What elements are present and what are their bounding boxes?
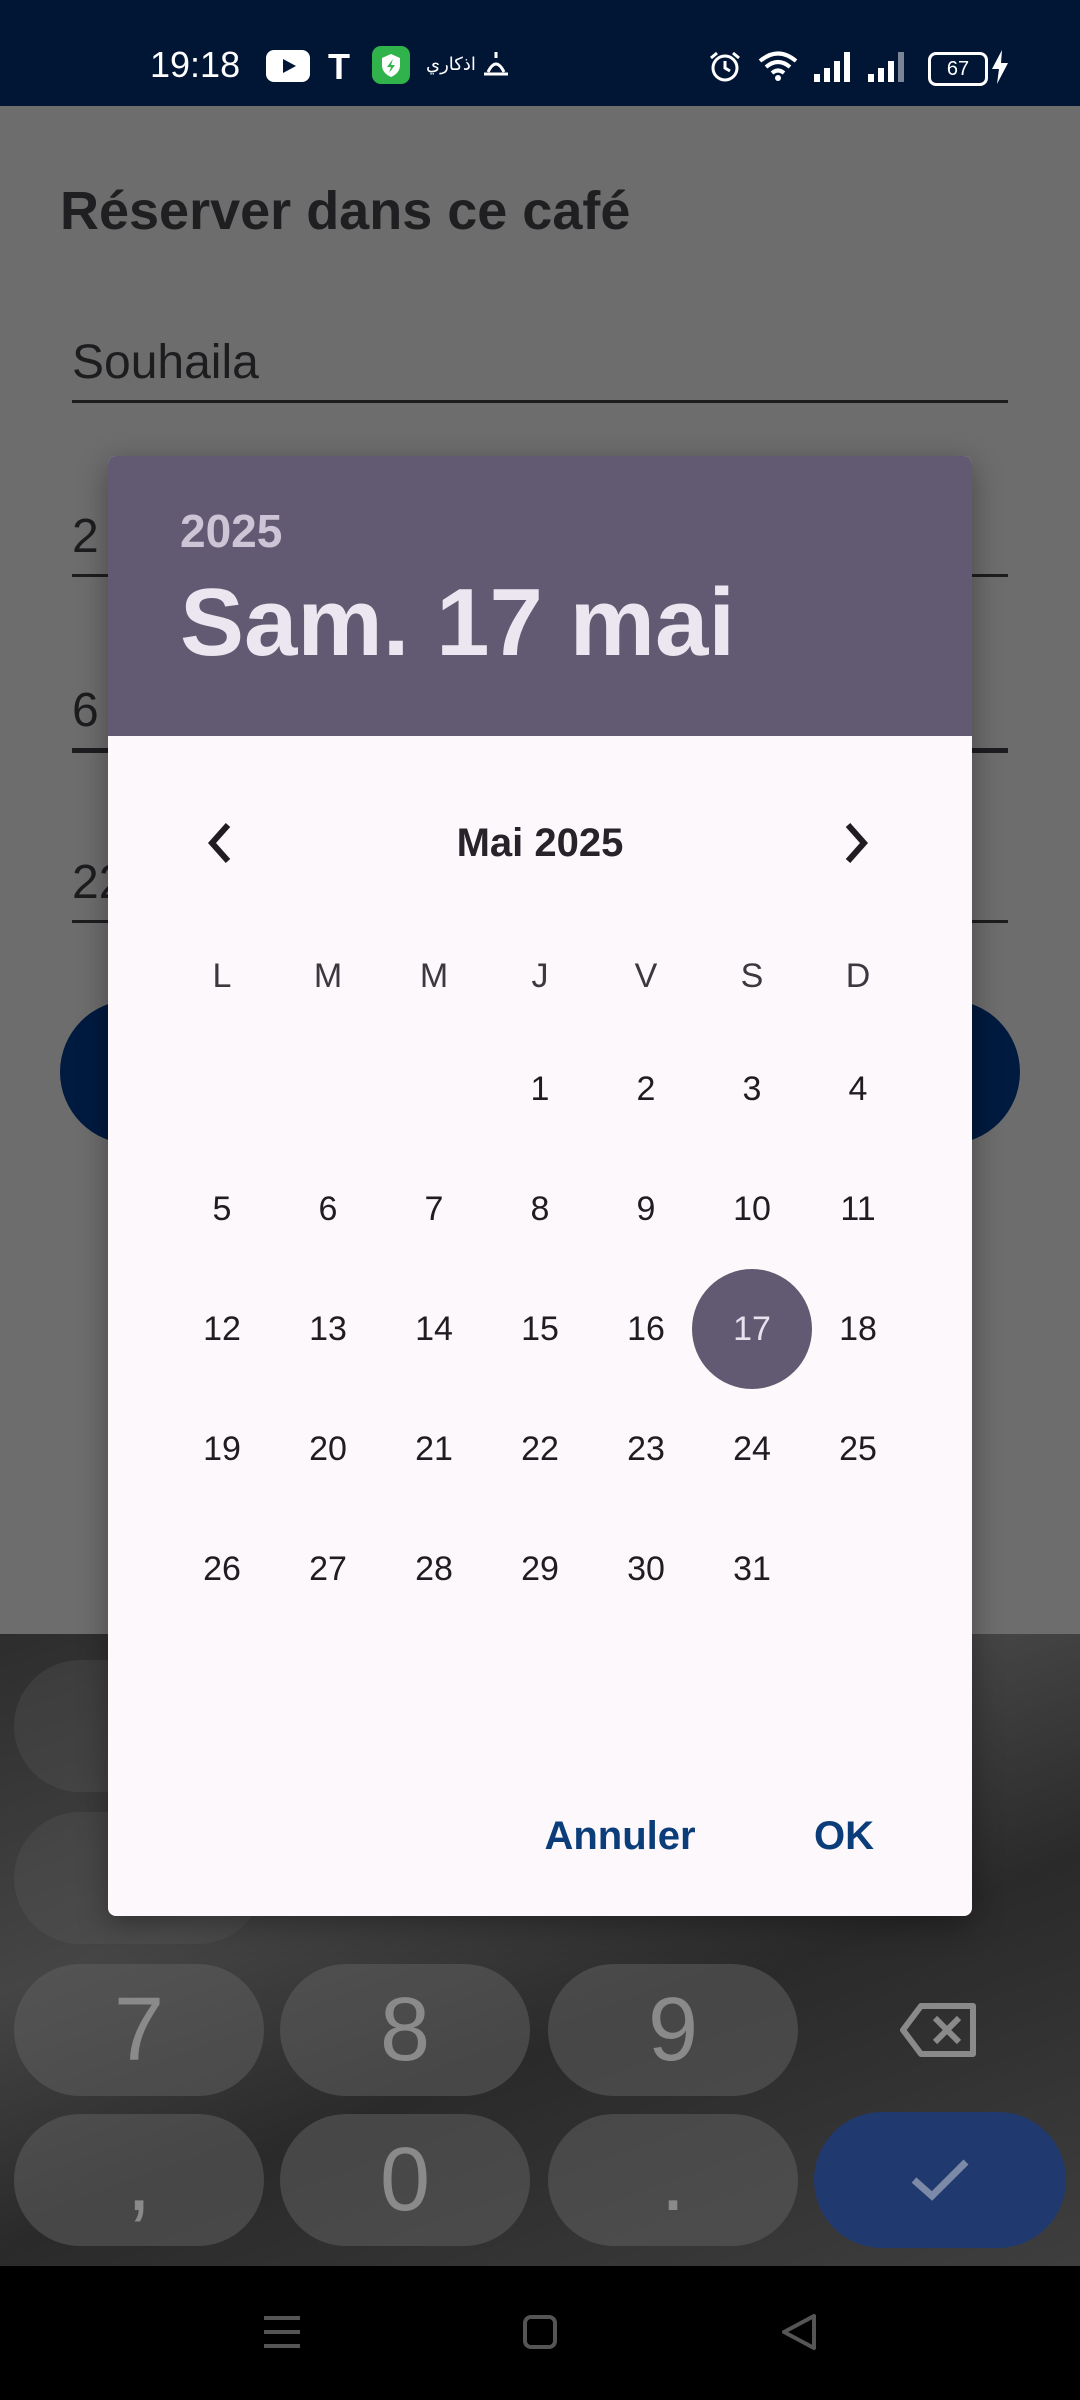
- backspace-key[interactable]: [814, 1964, 1064, 2096]
- calendar-day[interactable]: 26: [169, 1516, 275, 1622]
- youtube-icon: [266, 50, 310, 87]
- alarm-icon: [708, 50, 742, 89]
- cancel-button[interactable]: Annuler: [520, 1796, 720, 1876]
- calendar-day[interactable]: 13: [275, 1276, 381, 1382]
- calendar-day[interactable]: 7: [381, 1156, 487, 1262]
- charging-icon: [990, 50, 1010, 89]
- ok-button[interactable]: OK: [784, 1796, 904, 1876]
- home-nav-icon[interactable]: [522, 2314, 558, 2355]
- calendar-day[interactable]: 27: [275, 1516, 381, 1622]
- calendar-day[interactable]: 6: [275, 1156, 381, 1262]
- weekday-header: LMMJVSD: [108, 946, 972, 1006]
- backspace-icon: [900, 2003, 976, 2057]
- keyboard-done-button[interactable]: [814, 2112, 1066, 2248]
- calendar-day[interactable]: 21: [381, 1396, 487, 1502]
- weekday-label: V: [634, 957, 658, 995]
- calendar-day[interactable]: 28: [381, 1516, 487, 1622]
- calendar-day[interactable]: 9: [593, 1156, 699, 1262]
- calendar-day[interactable]: 30: [593, 1516, 699, 1622]
- calendar-day[interactable]: 25: [805, 1396, 911, 1502]
- calendar-day[interactable]: 19: [169, 1396, 275, 1502]
- date-picker-header: 2025 Sam. 17 mai: [108, 456, 972, 736]
- month-navigation: Mai 2025: [108, 801, 972, 885]
- weekday-label: J: [531, 957, 549, 995]
- previous-month-button[interactable]: [178, 801, 262, 885]
- weekday-label: L: [212, 957, 232, 995]
- calendar-day[interactable]: 10: [699, 1156, 805, 1262]
- calendar-day[interactable]: 22: [487, 1396, 593, 1502]
- selected-date: Sam. 17 mai: [180, 569, 735, 676]
- weekday-label: M: [313, 957, 343, 995]
- chevron-left-icon: [207, 823, 231, 863]
- calendar-day[interactable]: 29: [487, 1516, 593, 1622]
- checkmark-icon: [911, 2159, 969, 2201]
- prayer-icon: [480, 48, 512, 85]
- keyboard-key-8[interactable]: 8: [280, 1964, 530, 2096]
- keyboard-key-7[interactable]: 7: [14, 1964, 264, 2096]
- keyboard-key-9[interactable]: 9: [548, 1964, 798, 2096]
- text-app-icon: T: [328, 46, 350, 87]
- calendar-day[interactable]: 4: [805, 1036, 911, 1142]
- status-bar: 19:18 T اذكاري 67: [0, 0, 1080, 106]
- calendar-day[interactable]: 16: [593, 1276, 699, 1382]
- signal-icon: [814, 52, 854, 87]
- calendar-day[interactable]: 15: [487, 1276, 593, 1382]
- calendar-day[interactable]: 14: [381, 1276, 487, 1382]
- azkari-app-icon: اذكاري: [426, 54, 476, 75]
- menu-nav-icon[interactable]: [262, 2314, 302, 2355]
- chevron-right-icon: [845, 823, 869, 863]
- status-time: 19:18: [150, 44, 241, 85]
- weekday-label: M: [419, 957, 449, 995]
- signal-2-icon: [868, 52, 908, 87]
- calendar-day[interactable]: 31: [699, 1516, 805, 1622]
- selected-day[interactable]: 17: [692, 1269, 812, 1389]
- keyboard-key-dot[interactable]: .: [548, 2114, 798, 2246]
- battery-level: 67: [928, 52, 988, 86]
- date-picker-dialog: 2025 Sam. 17 mai Mai 2025 LMMJVSD 123456…: [108, 456, 972, 1916]
- calendar-day[interactable]: 8: [487, 1156, 593, 1262]
- selected-year[interactable]: 2025: [180, 504, 282, 558]
- name-field[interactable]: Souhaila: [72, 328, 1008, 403]
- navigation-bar: [0, 2266, 1080, 2400]
- calendar-day[interactable]: 18: [805, 1276, 911, 1382]
- shield-app-icon: [372, 46, 410, 89]
- calendar-day[interactable]: 20: [275, 1396, 381, 1502]
- wifi-icon: [758, 50, 798, 87]
- calendar-day[interactable]: 2: [593, 1036, 699, 1142]
- keyboard-key-comma[interactable]: ,: [14, 2114, 264, 2246]
- back-nav-icon[interactable]: [780, 2312, 818, 2357]
- weekday-label: D: [845, 957, 871, 995]
- calendar-day[interactable]: 23: [593, 1396, 699, 1502]
- calendar-day[interactable]: 12: [169, 1276, 275, 1382]
- keyboard-key-0[interactable]: 0: [280, 2114, 530, 2246]
- calendar-day[interactable]: 24: [699, 1396, 805, 1502]
- calendar-day[interactable]: 5: [169, 1156, 275, 1262]
- calendar-day[interactable]: 3: [699, 1036, 805, 1142]
- calendar-day[interactable]: 11: [805, 1156, 911, 1262]
- page-title: Réserver dans ce café: [60, 181, 631, 241]
- next-month-button[interactable]: [814, 801, 898, 885]
- calendar-day[interactable]: 1: [487, 1036, 593, 1142]
- weekday-label: S: [740, 957, 764, 995]
